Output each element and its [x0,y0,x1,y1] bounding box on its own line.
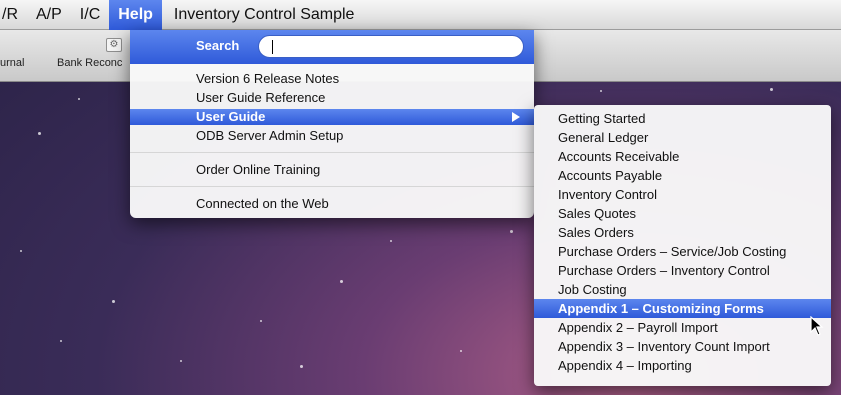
submenu-item-appendix-1[interactable]: Appendix 1 – Customizing Forms [534,299,831,318]
submenu-item-accounts-payable[interactable]: Accounts Payable [534,166,831,185]
menu-item-user-guide[interactable]: User Guide [130,109,534,125]
submenu-item-getting-started[interactable]: Getting Started [534,109,831,128]
menu-item-user-guide-reference[interactable]: User Guide Reference [130,90,534,106]
menu-ic[interactable]: I/C [71,0,109,30]
submenu-item-sales-orders[interactable]: Sales Orders [534,223,831,242]
menu-item-connected-on-web[interactable]: Connected on the Web [130,196,534,212]
menu-ar[interactable]: /R [0,0,27,30]
gear-icon[interactable]: ⚙ [106,38,122,52]
menu-item-user-guide-label: User Guide [196,109,266,124]
mouse-pointer-icon [810,316,824,336]
menu-separator [130,186,534,187]
submenu-item-job-costing[interactable]: Job Costing [534,280,831,299]
submenu-item-appendix-2[interactable]: Appendix 2 – Payroll Import [534,318,831,337]
search-label: Search [196,38,240,53]
toolbar-journal-label[interactable]: urnal [0,57,24,69]
submenu-item-po-service-job-costing[interactable]: Purchase Orders – Service/Job Costing [534,242,831,261]
help-menu: Search Version 6 Release Notes User Guid… [130,30,534,218]
submenu-item-po-inventory-control[interactable]: Purchase Orders – Inventory Control [534,261,831,280]
menu-bar: /R A/P I/C Help Inventory Control Sample [0,0,841,30]
toolbar-bank-reconcile-label[interactable]: Bank Reconc [57,57,122,69]
submenu-item-general-ledger[interactable]: General Ledger [534,128,831,147]
submenu-item-accounts-receivable[interactable]: Accounts Receivable [534,147,831,166]
submenu-arrow-icon [512,112,520,122]
submenu-item-appendix-3[interactable]: Appendix 3 – Inventory Count Import [534,337,831,356]
help-search-row: Search [130,30,534,64]
submenu-item-inventory-control[interactable]: Inventory Control [534,185,831,204]
menu-ap[interactable]: A/P [27,0,71,30]
menu-separator [130,152,534,153]
menu-help[interactable]: Help [109,0,162,30]
menu-item-order-online-training[interactable]: Order Online Training [130,162,534,178]
submenu-item-sales-quotes[interactable]: Sales Quotes [534,204,831,223]
menu-item-release-notes[interactable]: Version 6 Release Notes [130,71,534,87]
menu-item-odb-server-setup[interactable]: ODB Server Admin Setup [130,128,534,144]
submenu-item-appendix-4[interactable]: Appendix 4 – Importing [534,356,831,375]
user-guide-submenu: Getting Started General Ledger Accounts … [534,105,831,386]
window-title: Inventory Control Sample [173,5,355,23]
help-search-input[interactable] [258,35,524,58]
